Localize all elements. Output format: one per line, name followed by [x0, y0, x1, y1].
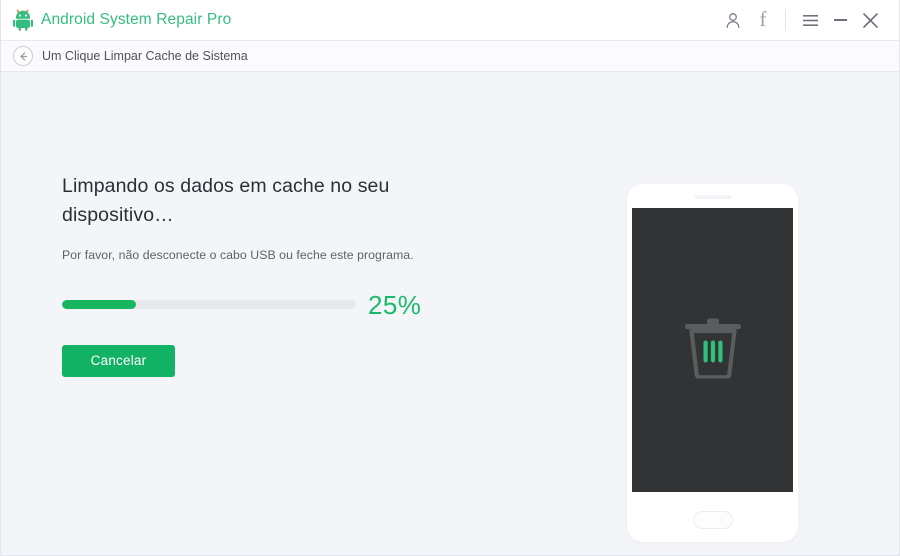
facebook-f-icon[interactable]: f	[748, 5, 778, 35]
close-icon[interactable]	[855, 5, 885, 35]
content-area: Limpando os dados em cache no seu dispos…	[1, 72, 899, 554]
progress-bar	[62, 300, 356, 310]
trash-can-icon	[683, 317, 743, 384]
hamburger-menu-icon[interactable]	[795, 5, 825, 35]
person-icon[interactable]	[718, 5, 748, 35]
android-robot-icon	[13, 9, 33, 31]
progress-percent-label: 25%	[368, 289, 422, 320]
minimize-icon[interactable]	[825, 5, 855, 35]
phone-screen	[632, 208, 793, 492]
facebook-f-glyph: f	[759, 6, 767, 31]
divider	[785, 9, 786, 31]
window-controls: f	[718, 0, 899, 40]
brand: Android System Repair Pro	[1, 9, 231, 31]
minimize-glyph	[833, 19, 847, 21]
smartphone-illustration	[627, 184, 798, 542]
phone-speaker	[694, 195, 731, 199]
status-panel: Limpando os dados em cache no seu dispos…	[62, 172, 492, 377]
cancel-button[interactable]: Cancelar	[62, 344, 175, 377]
phone-home-button	[692, 511, 733, 529]
app-window: Android System Repair Pro f Um Clique Li…	[0, 0, 900, 556]
warning-text: Por favor, não desconecte o cabo USB ou …	[62, 247, 414, 262]
app-title: Android System Repair Pro	[41, 11, 232, 28]
back-arrow-icon[interactable]	[13, 46, 33, 66]
title-bar: Android System Repair Pro f	[1, 0, 899, 41]
breadcrumb-label: Um Clique Limpar Cache de Sistema	[42, 49, 248, 63]
page-title: Limpando os dados em cache no seu dispos…	[62, 175, 390, 226]
progress-row: 25%	[62, 292, 492, 318]
progress-bar-fill	[62, 300, 136, 310]
breadcrumb: Um Clique Limpar Cache de Sistema	[1, 41, 899, 72]
